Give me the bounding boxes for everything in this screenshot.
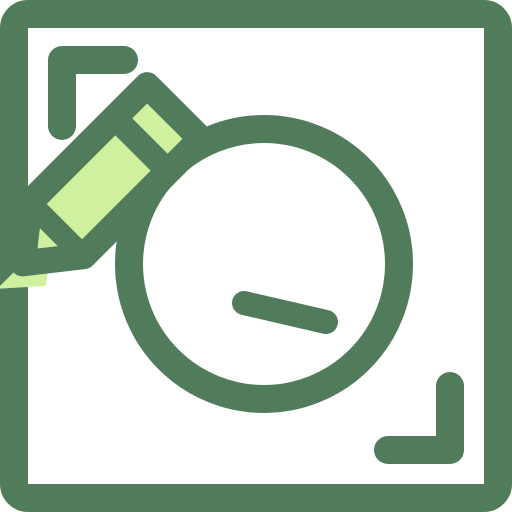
pencil-icon [0,72,214,289]
drawing-pencil-frame-icon [0,0,512,512]
pencil-body [9,72,214,277]
icon-canvas [0,0,512,512]
drawn-stroke-line [232,291,338,334]
bottom-right-corner-bracket [374,372,464,464]
